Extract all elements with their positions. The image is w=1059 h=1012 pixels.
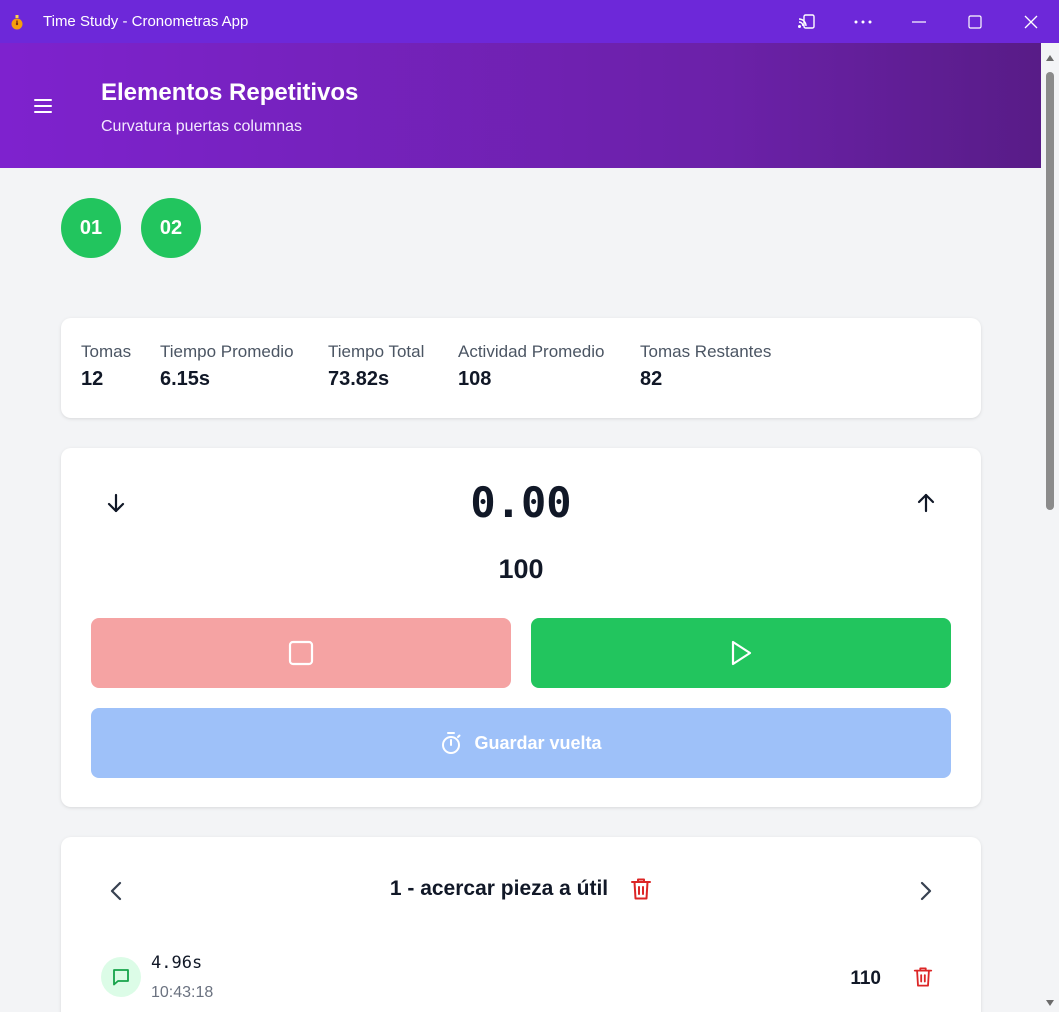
minimize-button[interactable] bbox=[891, 0, 947, 43]
stat-value: 108 bbox=[458, 368, 492, 390]
timer-display: 0.00 bbox=[470, 478, 572, 527]
stats-card: Tomas 12 Tiempo Promedio 6.15s Tiempo To… bbox=[61, 318, 981, 418]
scroll-up-button[interactable] bbox=[1041, 51, 1059, 65]
more-button[interactable] bbox=[835, 0, 891, 43]
stat-label: Tiempo Total bbox=[328, 342, 425, 361]
activity-increase-button[interactable] bbox=[911, 488, 941, 518]
operator-button-01[interactable]: 01 bbox=[61, 198, 121, 258]
stat-tiempo-total: Tiempo Total 73.82s bbox=[328, 342, 424, 391]
close-button[interactable] bbox=[1003, 0, 1059, 43]
triangle-up-icon bbox=[1046, 55, 1054, 61]
maximize-button[interactable] bbox=[947, 0, 1003, 43]
stat-tomas-restantes: Tomas Restantes 82 bbox=[640, 342, 771, 391]
cast-icon bbox=[798, 13, 815, 29]
lap-row: 4.96s 10:43:18 110 bbox=[101, 951, 941, 1011]
stat-value: 6.15s bbox=[160, 368, 211, 390]
lap-timestamp: 10:43:18 bbox=[151, 984, 214, 1001]
comment-icon bbox=[113, 969, 129, 986]
delete-lap-button[interactable] bbox=[913, 966, 933, 988]
stopwatch-icon bbox=[440, 731, 462, 755]
stat-value: 73.82s bbox=[328, 368, 390, 390]
lap-activity[interactable]: 110 bbox=[850, 968, 881, 990]
trash-icon bbox=[631, 878, 652, 900]
stat-label: Tiempo Promedio bbox=[160, 342, 294, 361]
stat-label: Actividad Promedio bbox=[458, 342, 605, 361]
trash-icon bbox=[913, 967, 933, 987]
cast-button[interactable] bbox=[779, 0, 835, 43]
stat-label: Tomas bbox=[81, 342, 132, 361]
stat-tomas: Tomas 12 bbox=[81, 342, 131, 391]
save-lap-label: Guardar vuelta bbox=[474, 732, 602, 753]
maximize-icon bbox=[968, 14, 982, 29]
stat-label: Tomas Restantes bbox=[640, 342, 772, 361]
delete-element-button[interactable] bbox=[630, 877, 652, 901]
stopwatch-app-icon bbox=[8, 13, 26, 31]
triangle-down-icon bbox=[1046, 1000, 1054, 1006]
element-header: 1 - acercar pieza a útil bbox=[61, 877, 981, 901]
minimize-icon bbox=[912, 20, 926, 23]
element-card: 1 - acercar pieza a útil 4.96s 10:43:18 … bbox=[61, 837, 981, 1012]
arrow-up-icon bbox=[917, 493, 935, 513]
operator-button-02[interactable]: 02 bbox=[141, 198, 201, 258]
menu-button[interactable] bbox=[32, 95, 54, 117]
more-horizontal-icon bbox=[854, 20, 872, 23]
add-comment-button[interactable] bbox=[101, 957, 141, 997]
stat-value: 82 bbox=[640, 368, 663, 390]
stop-button[interactable] bbox=[91, 618, 511, 688]
page-title: Elementos Repetitivos bbox=[101, 79, 359, 106]
save-lap-button[interactable]: Guardar vuelta bbox=[91, 708, 951, 778]
scroll-thumb[interactable] bbox=[1046, 72, 1054, 510]
activity-display: 100 bbox=[498, 554, 544, 584]
chevron-right-icon bbox=[920, 881, 932, 901]
vertical-scrollbar[interactable] bbox=[1041, 43, 1059, 1012]
play-icon bbox=[731, 640, 752, 666]
stat-actividad-promedio: Actividad Promedio 108 bbox=[458, 342, 604, 391]
page-header: Elementos Repetitivos Curvatura puertas … bbox=[0, 43, 1041, 168]
window-controls bbox=[779, 0, 1059, 43]
hamburger-icon bbox=[34, 99, 52, 113]
window-title: Time Study - Cronometras App bbox=[43, 13, 249, 30]
stat-value: 12 bbox=[81, 368, 104, 390]
close-icon bbox=[1024, 15, 1038, 28]
play-button[interactable] bbox=[531, 618, 951, 688]
page-subtitle: Curvatura puertas columnas bbox=[101, 118, 302, 135]
next-element-button[interactable] bbox=[914, 879, 938, 903]
timer-card: 0.00 100 Guardar vuelta bbox=[61, 448, 981, 807]
scroll-down-button[interactable] bbox=[1041, 996, 1059, 1010]
window-titlebar: Time Study - Cronometras App bbox=[0, 0, 1059, 43]
element-title: 1 - acercar pieza a útil bbox=[389, 877, 609, 900]
stat-tiempo-promedio: Tiempo Promedio 6.15s bbox=[160, 342, 294, 391]
lap-time: 4.96s bbox=[151, 953, 203, 973]
stop-square-icon bbox=[288, 640, 314, 666]
